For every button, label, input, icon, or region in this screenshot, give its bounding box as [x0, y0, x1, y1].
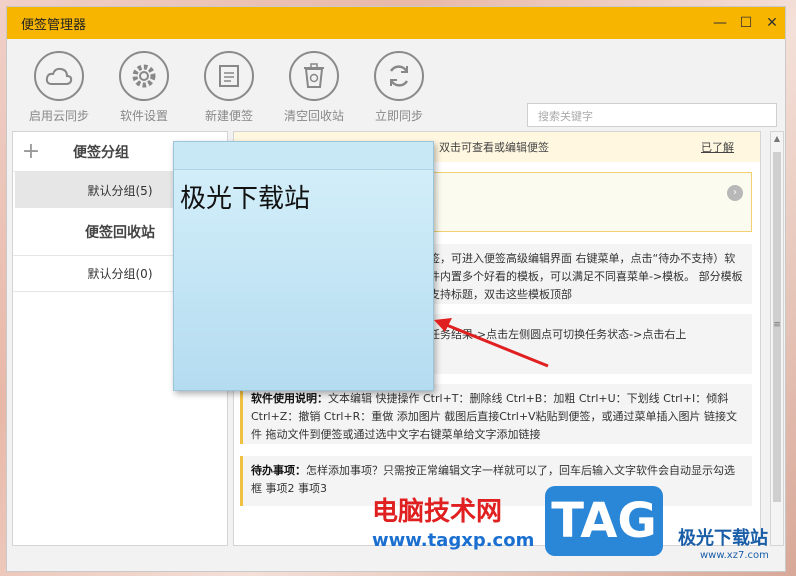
scroll-up-icon[interactable]: ▲: [771, 132, 783, 146]
new-note-button[interactable]: 新建便签: [189, 51, 269, 124]
tool-label: 新建便签: [204, 109, 253, 123]
note-title: 软件使用说明：: [251, 392, 328, 405]
chevron-right-icon[interactable]: ›: [727, 185, 743, 201]
search-input[interactable]: 搜索关键字: [527, 103, 777, 127]
gear-icon: [119, 51, 169, 101]
watermark-brand-url: www.xz7.com: [700, 550, 769, 561]
sticky-note-text[interactable]: 极光下载站: [180, 178, 310, 215]
note-text: 签，可进入便签高级编辑界面 右键菜单，点击“待办不支持）软件内置多个好看的模板，…: [429, 252, 743, 301]
cloud-icon: [34, 51, 84, 101]
toolbar: 启用云同步 软件设置 新建便签 清空回收站 立即同步 搜索关键字: [7, 39, 785, 135]
minimize-button[interactable]: —: [707, 7, 733, 39]
tool-label: 软件设置: [119, 109, 168, 123]
sync-now-button[interactable]: 立即同步: [359, 51, 439, 124]
watermark-site-url: www.tagxp.com: [372, 530, 535, 551]
note-title: 待办事项：: [251, 464, 306, 477]
group-header-label: 便签分组: [73, 144, 129, 161]
sticky-note-titlebar[interactable]: [174, 142, 433, 170]
tool-label: 立即同步: [374, 109, 423, 123]
sticky-note-window[interactable]: 极光下载站: [173, 141, 434, 391]
empty-recycle-bin-button[interactable]: 清空回收站: [274, 51, 354, 124]
watermark-logo: TAG: [545, 486, 663, 556]
recycle-bin-icon: [289, 51, 339, 101]
scrollbar[interactable]: ▲ ≡: [770, 131, 784, 546]
enable-cloud-sync-button[interactable]: 启用云同步: [19, 51, 99, 124]
add-group-icon[interactable]: +: [13, 139, 49, 164]
tool-label: 启用云同步: [28, 109, 89, 123]
software-settings-button[interactable]: 软件设置: [104, 51, 184, 124]
note-text: 任务结果->点击左侧圆点可切换任务状态->点击右上: [429, 328, 687, 341]
new-note-icon: [204, 51, 254, 101]
dismiss-notice-link[interactable]: 已了解: [701, 139, 734, 155]
notice-text: 双击可查看或编辑便签: [439, 141, 549, 154]
title-bar: 便签管理器 — ☐ ✕: [7, 7, 785, 39]
watermark-brand: 极光下载站: [678, 528, 768, 549]
tool-label: 清空回收站: [283, 109, 344, 123]
window-title: 便签管理器: [21, 17, 87, 33]
sync-icon: [374, 51, 424, 101]
close-button[interactable]: ✕: [759, 7, 785, 39]
note-card[interactable]: 软件使用说明：文本编辑 快捷操作 Ctrl+T：删除线 Ctrl+B：加粗 Ct…: [240, 384, 752, 444]
scroll-grip-icon: ≡: [773, 320, 781, 330]
maximize-button[interactable]: ☐: [733, 7, 759, 39]
watermark-site-name: 电脑技术网: [372, 497, 503, 527]
